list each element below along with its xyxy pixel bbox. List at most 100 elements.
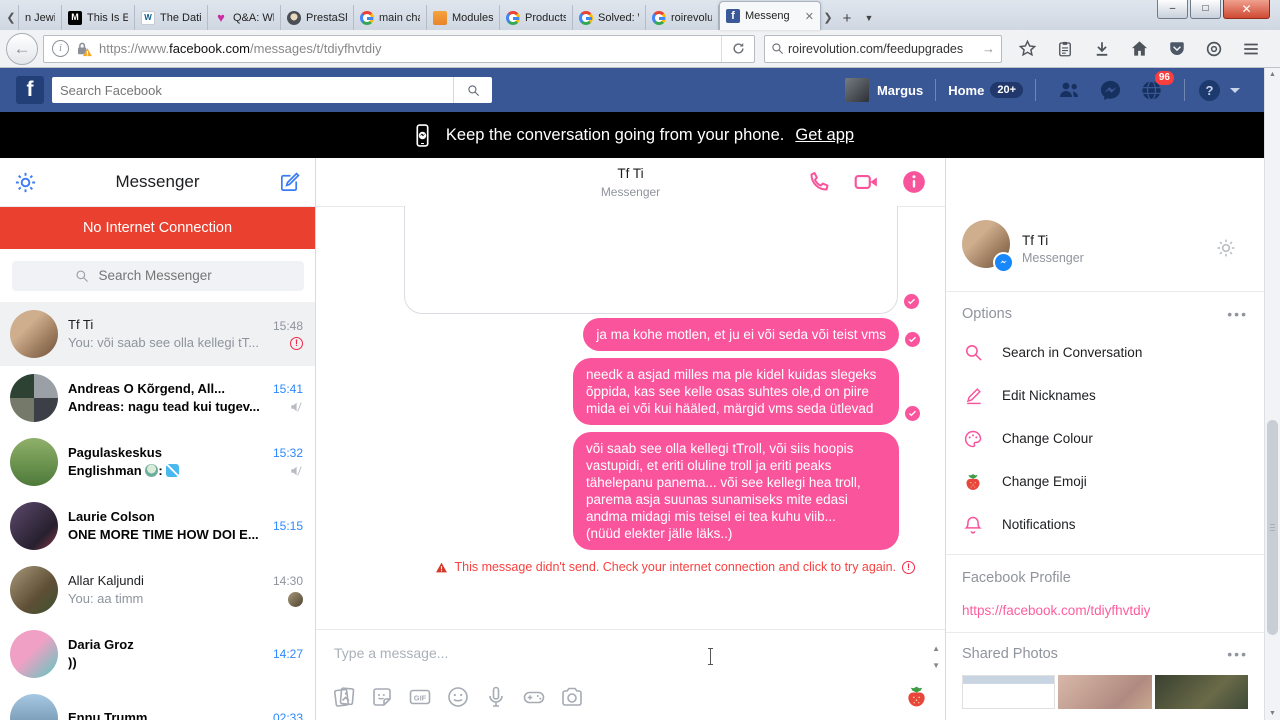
search-icon (75, 269, 89, 283)
message-input[interactable] (332, 644, 876, 662)
conversation-row-ennu[interactable]: Ennu Trumm 02:33 (0, 686, 315, 720)
video-call-icon[interactable] (853, 169, 879, 195)
account-caret-icon[interactable] (1230, 87, 1240, 93)
menu-change-colour[interactable]: Change Colour (962, 417, 1248, 460)
menu-notifications[interactable]: Notifications (962, 503, 1248, 546)
user-avatar[interactable] (844, 78, 869, 102)
tab-8[interactable]: Solved: Wh (573, 5, 646, 30)
messenger-search-input[interactable] (96, 267, 241, 284)
conversation-row-andreas[interactable]: Andreas O Kõrgend, All... Andreas: nagu t… (0, 366, 315, 430)
strawberry-emoji-icon (963, 472, 983, 492)
home-link[interactable]: Home (948, 83, 984, 98)
muted-icon (289, 400, 303, 414)
menu-hamburger-icon[interactable] (1242, 40, 1260, 58)
sidebar-title: Messenger (115, 172, 200, 191)
messages-icon[interactable] (1099, 79, 1122, 102)
shared-photo-thumbnail[interactable] (962, 675, 1056, 709)
error-info-icon[interactable]: ! (902, 560, 915, 574)
tab-9[interactable]: roirevolutic (646, 5, 719, 30)
sticker-icon[interactable] (370, 685, 394, 709)
user-name-link[interactable]: Margus (877, 83, 923, 98)
menu-change-emoji[interactable]: Change Emoji (962, 460, 1248, 503)
tab-3[interactable]: ♥Q&A: Whe (208, 5, 281, 30)
hello-loop-icon[interactable] (1205, 40, 1223, 58)
facebook-search-button[interactable] (453, 77, 492, 103)
conversation-row-daria[interactable]: Daria Groz)) 14:27 (0, 622, 315, 686)
tab-2[interactable]: WThe Dating (135, 5, 208, 30)
facebook-logo[interactable]: f (16, 76, 44, 104)
browser-window: ❮ n Jewish MThis Is Exac WThe Dating ♥Q&… (0, 0, 1280, 720)
tab-1[interactable]: MThis Is Exac (62, 5, 135, 30)
notifications-icon[interactable]: 96 (1140, 70, 1174, 102)
avatar (10, 502, 58, 550)
get-app-link[interactable]: Get app (795, 126, 854, 145)
conversation-row-pagulaskeskus[interactable]: Pagulaskeskus Englishman : 15:32 (0, 430, 315, 494)
downloads-icon[interactable] (1093, 40, 1111, 58)
page-info-icon[interactable]: i (52, 40, 69, 57)
conversation-info-icon[interactable] (901, 169, 927, 195)
tab-scroll-left-icon[interactable]: ❮ (4, 4, 18, 30)
sent-check-icon (904, 294, 919, 309)
message-bubble-failed[interactable]: või saab see olla kellegi tTroll, või si… (573, 431, 899, 550)
browser-search-bar[interactable]: → (764, 34, 1002, 63)
gif-icon[interactable] (408, 685, 432, 709)
compose-icon[interactable] (278, 171, 301, 194)
close-button[interactable]: ✕ (1223, 0, 1270, 19)
tab-scroll-right-icon[interactable]: ❯ (821, 4, 835, 30)
conversation-settings-icon[interactable] (1216, 238, 1236, 258)
options-more-icon[interactable]: ••• (1227, 307, 1248, 321)
url-text: https://www.facebook.com/messages/t/tdiy… (99, 41, 382, 56)
shared-photos-more-icon[interactable]: ••• (1227, 647, 1248, 661)
camera-icon[interactable] (560, 685, 584, 709)
conversation-row-allar[interactable]: Allar Kaljundi You: aa timm 14:30 (0, 558, 315, 622)
scrollbar-thumb[interactable] (1267, 420, 1278, 635)
shared-photo-thumbnail[interactable] (1058, 675, 1152, 709)
emoji-icon[interactable] (446, 685, 470, 709)
help-icon[interactable]: ? (1199, 79, 1220, 101)
search-go-icon[interactable]: → (982, 41, 995, 56)
reading-list-icon[interactable] (1056, 40, 1074, 58)
back-button[interactable]: ← (6, 32, 38, 65)
games-icon[interactable] (522, 685, 546, 709)
page-scrollbar[interactable]: ▲ ▼ (1264, 68, 1280, 720)
shared-photo-thumbnail[interactable] (1154, 675, 1248, 709)
sent-check-icon (905, 406, 920, 421)
tab-0[interactable]: n Jewish (18, 5, 62, 30)
friend-requests-icon[interactable] (1057, 78, 1081, 102)
pocket-icon[interactable] (1168, 40, 1186, 58)
tab-7[interactable]: Products " (500, 5, 573, 30)
scrollbar-down-icon[interactable]: ▼ (1265, 710, 1280, 717)
minimize-button[interactable]: – (1157, 0, 1188, 19)
voice-call-icon[interactable] (807, 170, 831, 194)
facebook-search[interactable] (52, 77, 492, 103)
home-icon[interactable] (1130, 39, 1149, 58)
message-history[interactable]: ja ma kohe motlen, et ju ei või seda või… (316, 206, 945, 630)
facebook-search-input[interactable] (52, 81, 453, 99)
browser-search-input[interactable] (784, 41, 982, 56)
avatar (10, 438, 58, 486)
tab-close-icon[interactable]: ✕ (805, 10, 814, 23)
new-tab-button[interactable]: + (835, 6, 859, 30)
menu-search-in-conversation[interactable]: Search in Conversation (962, 331, 1248, 374)
url-bar[interactable]: i https://www.facebook.com/messages/t/td… (43, 34, 755, 63)
conversation-row-laurie[interactable]: Laurie Colson ONE MORE TIME HOW DOI E... … (0, 494, 315, 558)
tab-6[interactable]: Modules • (427, 5, 500, 30)
tab-4[interactable]: PrestaShop (281, 5, 354, 30)
tab-messenger-active[interactable]: f Messeng ✕ (719, 1, 821, 30)
reload-icon[interactable] (721, 35, 754, 62)
tab-list-caret-icon[interactable]: ▼ (859, 6, 879, 30)
strawberry-emoji-send-icon[interactable] (904, 684, 929, 709)
bookmark-star-icon[interactable] (1018, 39, 1037, 58)
add-photo-icon[interactable] (332, 685, 356, 709)
tab-5[interactable]: main chara (354, 5, 427, 30)
conversation-row-tf-ti[interactable]: Tf Ti You: või saab see olla kellegi tT..… (0, 302, 315, 366)
maximize-button[interactable]: □ (1190, 0, 1221, 19)
facebook-profile-link[interactable]: https://facebook.com/tdiyfhvtdiy (962, 603, 1150, 618)
messenger-search[interactable] (11, 260, 304, 291)
menu-edit-nicknames[interactable]: Edit Nicknames (962, 374, 1248, 417)
settings-gear-icon[interactable] (14, 171, 37, 194)
voice-clip-icon[interactable] (484, 685, 508, 709)
scrollbar-up-icon[interactable]: ▲ (1265, 71, 1280, 78)
send-error-row[interactable]: This message didn't send. Check your int… (316, 560, 945, 574)
lock-warning-icon[interactable] (75, 40, 93, 58)
